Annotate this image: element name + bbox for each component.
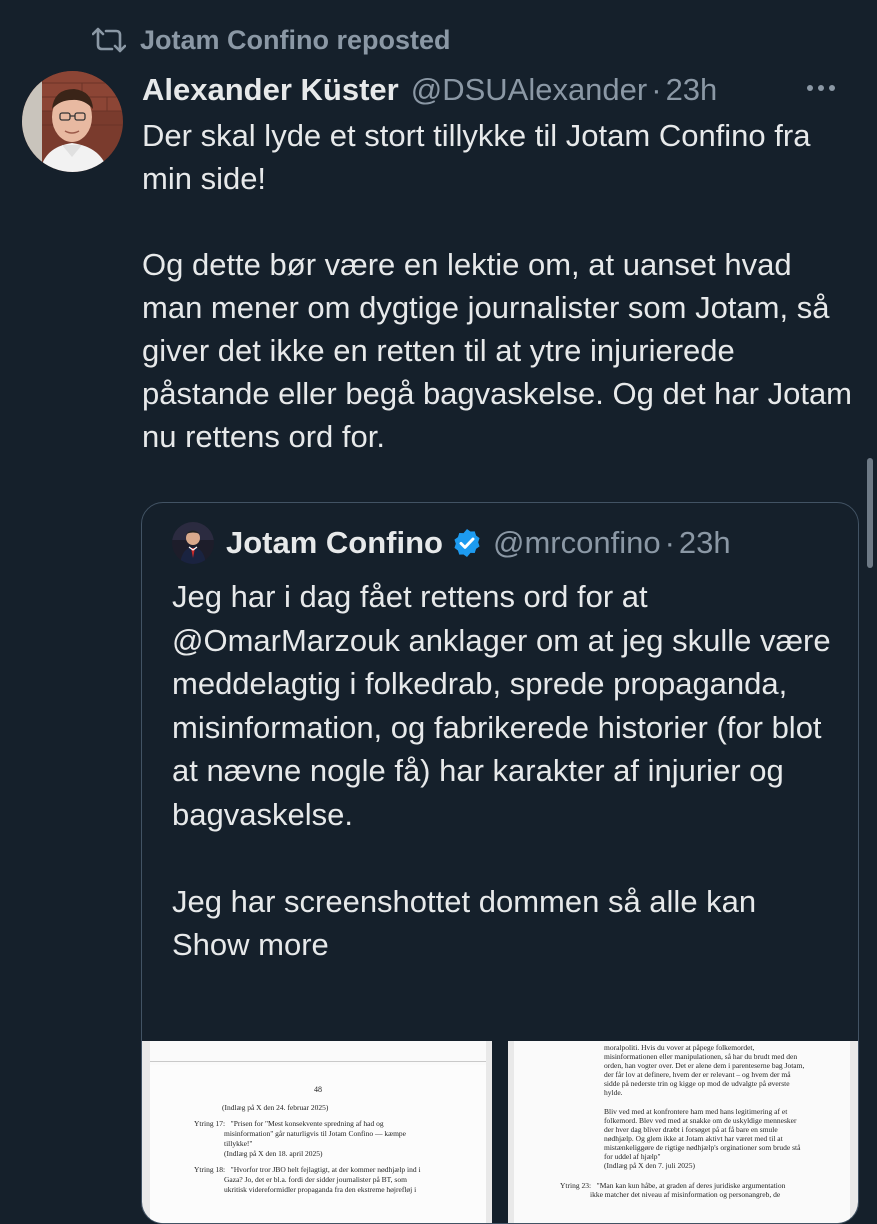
document-line: (Indlæg på X den 7. juli 2025) — [604, 1161, 696, 1170]
document-line: hylde. — [604, 1088, 623, 1097]
repost-icon — [92, 27, 126, 53]
show-more-link[interactable]: Show more — [172, 927, 329, 962]
quoted-tweet-header: Jotam Confino @mrconfino · 23h — [172, 521, 848, 565]
document-line: Ytring 17: "Prisen for "Mest konsekvente… — [194, 1119, 384, 1128]
quoted-timestamp[interactable]: 23h — [679, 525, 731, 561]
repost-label[interactable]: Jotam Confino reposted — [140, 25, 451, 56]
tweet-timestamp[interactable]: 23h — [666, 72, 718, 108]
tweet-text: Der skal lyde et stort tillykke til Jota… — [142, 118, 853, 454]
document-line: ikke matcher det niveau af misinformatio… — [560, 1190, 781, 1199]
quoted-author-avatar[interactable] — [172, 522, 214, 564]
document-line: tillykke!" — [194, 1139, 253, 1148]
document-image-right[interactable]: moralpoliti. Hvis du vover at påpege fol… — [514, 1041, 850, 1223]
quoted-separator-dot: · — [664, 525, 675, 560]
media-divider — [492, 1041, 508, 1223]
document-image-left[interactable]: 48 (Indlæg på X den 24. februar 2025) Yt… — [150, 1041, 486, 1223]
quoted-text-body: Jeg har i dag fået rettens ord for at @O… — [172, 579, 831, 919]
author-avatar[interactable] — [22, 71, 123, 172]
quoted-tweet-text: Jeg har i dag fået rettens ord for at @O… — [172, 575, 842, 967]
scrollbar-thumb[interactable] — [867, 458, 873, 568]
document-page-top — [150, 1041, 486, 1062]
tweet-header: Alexander Küster @DSUAlexander · 23h — [142, 70, 857, 110]
author-handle[interactable]: @DSUAlexander — [411, 72, 648, 108]
quoted-author-handle[interactable]: @mrconfino — [493, 525, 661, 561]
document-page-number: 48 — [314, 1085, 322, 1094]
quoted-author-name[interactable]: Jotam Confino — [226, 525, 443, 561]
repost-indicator: Jotam Confino reposted — [92, 22, 451, 58]
document-line: misinformation" går naturligvis til Jota… — [194, 1129, 407, 1138]
document-line: ukritisk videreformidler propaganda fra … — [194, 1185, 417, 1194]
document-line: (Indlæg på X den 24. februar 2025) — [222, 1103, 329, 1112]
document-line: sidde på nederste trin og kigge op mod d… — [604, 1079, 790, 1088]
document-line: (Indlæg på X den 18. april 2025) — [194, 1149, 323, 1158]
separator-dot: · — [651, 72, 662, 107]
document-line: Ytring 18: "Hvorfor tror JBO helt fejlag… — [194, 1165, 421, 1174]
quoted-media[interactable]: 48 (Indlæg på X den 24. februar 2025) Yt… — [142, 1041, 858, 1223]
author-name[interactable]: Alexander Küster — [142, 72, 399, 108]
more-icon[interactable] — [807, 68, 835, 108]
document-line: Gaza? Jo, det er bl.a. fordi der sidder … — [194, 1175, 407, 1184]
quoted-tweet-card[interactable]: Jotam Confino @mrconfino · 23h Jeg har i… — [141, 502, 859, 1224]
verified-badge-icon — [454, 529, 480, 557]
